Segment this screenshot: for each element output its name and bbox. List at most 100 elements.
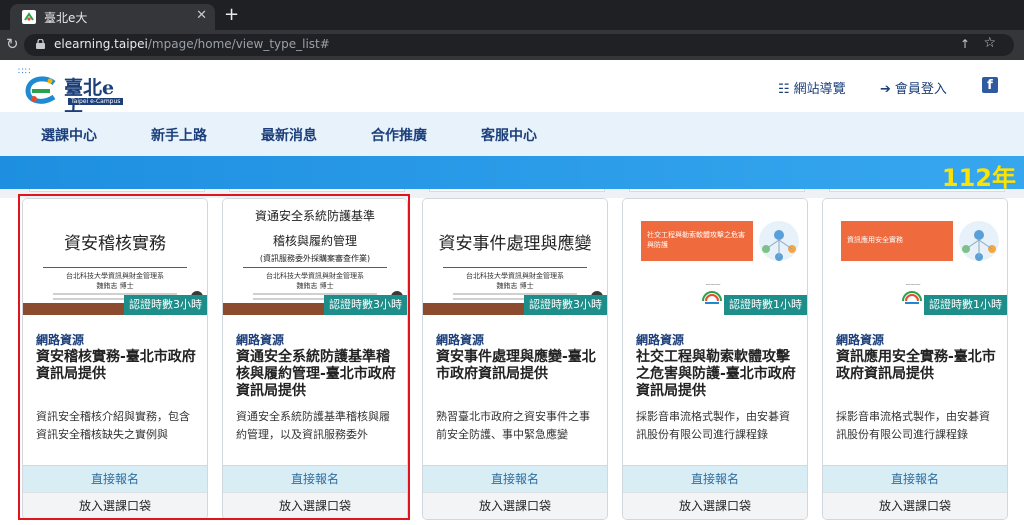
thumb-rule [443,267,587,268]
course-thumbnail[interactable]: 社交工程與勒索軟體攻擊之危害與防護 ——— 認證時數1小時 [623,199,807,315]
course-category: 網路資源 [36,333,85,347]
thumb-sub-1: 台北科技大學資訊與財金管理系 [266,272,364,280]
thumb-title-box: 資訊應用安全實務 [841,221,953,261]
facebook-icon[interactable]: f [982,77,998,93]
course-description: 採影音串流格式製作，由安碁資訊股份有限公司進行課程錄 [636,410,790,441]
add-to-cart-button[interactable]: 放入選課口袋 [223,492,407,519]
add-to-cart-button[interactable]: 放入選課口袋 [823,492,1007,519]
favicon-icon [22,10,36,24]
thumb-title: 資安稽核實務 [64,234,166,254]
sitemap-label: 網站導覽 [793,82,846,97]
thumb-sub-1: 台北科技大學資訊與財金管理系 [466,272,564,280]
nav-partners[interactable]: 合作推廣 [371,125,427,145]
login-label: 會員登入 [894,82,947,97]
hours-badge: 認證時數1小時 [724,295,807,315]
year-banner: 112年 [0,156,1024,192]
omnibox[interactable]: elearning.taipei/mpage/home/view_type_li… [24,34,1014,56]
course-description: 資訊安全稽核介紹與實務，包含資訊安全稽核缺失之實例與 [36,410,190,441]
course-thumbnail[interactable]: 資通安全系統防護基準 稽核與履約管理 (資訊服務委外採購案審查作業) 台北科技大… [223,199,407,315]
url-path: /mpage/home/view_type_list# [147,37,330,51]
share-icon[interactable]: ↑ [960,37,970,51]
add-to-cart-button[interactable]: 放入選課口袋 [623,492,807,519]
login-icon: ➔ [880,82,891,97]
course-card[interactable]: 社交工程與勒索軟體攻擊之危害與防護 ——— 認證時數1小時 網路資源 社交工程與… [622,198,808,520]
network-diagram-icon [759,221,799,261]
course-category: 網路資源 [236,333,285,347]
thumb-title-line-1: 資通安全系統防護基準 [254,209,375,223]
course-description: 資通安全系統防護基準稽核與履約管理，以及資訊服務委外 [236,410,390,441]
hours-badge: 認證時數3小時 [124,295,207,315]
hours-badge: 認證時數3小時 [324,295,407,315]
course-description: 熟習臺北市政府之資安事件之事前安全防護、事中緊急應變 [436,410,590,441]
organizer-logo-icon [702,291,722,304]
bookmark-star-icon[interactable]: ☆ [983,35,996,51]
thumb-sub-2: 魏銪志 博士 [496,282,534,290]
course-card[interactable]: 資通安全系統防護基準 稽核與履約管理 (資訊服務委外採購案審查作業) 台北科技大… [222,198,408,520]
address-bar-row: ↻ elearning.taipei/mpage/home/view_type_… [0,30,1024,60]
course-thumbnail[interactable]: 資訊應用安全實務 ——— 認證時數1小時 [823,199,1007,315]
card-edge [229,189,405,192]
url-host: elearning.taipei [54,37,148,51]
thumb-rule [243,267,387,268]
banner-year: 112年 [941,164,1016,192]
sitemap-link[interactable]: ☷ 網站導覽 [778,78,846,97]
network-diagram-icon [959,221,999,261]
thumb-title: 資安事件處理與應變 [438,234,592,254]
hours-badge: 認證時數3小時 [524,295,607,315]
url-text: elearning.taipei/mpage/home/view_type_li… [54,37,330,51]
apply-button[interactable]: 直接報名 [223,465,407,492]
tab-title: 臺北e大 [44,11,88,25]
course-category: 網路資源 [436,333,485,347]
thumb-sub-1: 台北科技大學資訊與財金管理系 [66,272,164,280]
thumb-sub-2: 魏銪志 博士 [96,282,134,290]
thumb-rule [43,267,187,268]
course-description: 採影音串流格式製作，由安碁資訊股份有限公司進行課程錄 [836,410,990,441]
card-edge [429,189,605,192]
nav-support[interactable]: 客服中心 [481,125,537,145]
course-title[interactable]: 資安稽核實務-臺北市政府資訊局提供 [36,349,198,383]
thumb-sub-2: 魏銪志 博士 [296,282,334,290]
add-to-cart-button[interactable]: 放入選課口袋 [23,492,207,519]
logo-subtitle: Taipei e-Campus [68,98,124,105]
nav-news[interactable]: 最新消息 [261,125,317,145]
browser-tab-strip: 臺北e大 ✕ + [0,0,1024,30]
site-header: ∷∷ 臺北e大 Taipei e-Campus ☷網站導覽 ➔會員登入 f [0,60,1024,126]
apply-button[interactable]: 直接報名 [823,465,1007,492]
reload-icon[interactable]: ↻ [6,35,19,53]
apply-button[interactable]: 直接報名 [23,465,207,492]
course-title[interactable]: 資通安全系統防護基準稽核與履約管理-臺北市政府資訊局提供 [236,349,398,400]
add-to-cart-button[interactable]: 放入選課口袋 [423,492,607,519]
thumb-title-line-2: 稽核與履約管理 [272,234,357,248]
course-category: 網路資源 [636,333,685,347]
course-card[interactable]: 資安稽核實務 台北科技大學資訊與財金管理系 魏銪志 博士 認證時數3小時 網路資… [22,198,208,520]
logo-mark-icon [25,76,56,104]
main-nav: 選課中心 新手上路 最新消息 合作推廣 客服中心 [0,112,1024,156]
browser-tab[interactable]: 臺北e大 ✕ [10,4,215,30]
nav-getting-started[interactable]: 新手上路 [151,125,207,145]
site-logo[interactable]: ∷∷ 臺北e大 Taipei e-Campus [18,67,128,126]
nav-course-center[interactable]: 選課中心 [41,125,97,145]
card-edge [829,189,1005,192]
thumb-title-line-3: (資訊服務委外採購案審查作業) [259,254,371,263]
course-thumbnail[interactable]: 資安稽核實務 台北科技大學資訊與財金管理系 魏銪志 博士 認證時數3小時 [23,199,207,315]
course-title[interactable]: 社交工程與勒索軟體攻擊之危害與防護-臺北市政府資訊局提供 [636,349,798,400]
course-card[interactable]: 資訊應用安全實務 ——— 認證時數1小時 網路資源 資訊應用安全實務-臺北市政府… [822,198,1008,520]
organizer-logo-icon [902,291,922,304]
carousel-top-edge [0,189,1024,198]
course-title[interactable]: 資安事件處理與應變-臺北市政府資訊局提供 [436,349,598,383]
lock-icon [36,39,45,49]
course-thumbnail[interactable]: 資安事件處理與應變 台北科技大學資訊與財金管理系 魏銪志 博士 認證時數3小時 [423,199,607,315]
apply-button[interactable]: 直接報名 [423,465,607,492]
apply-button[interactable]: 直接報名 [623,465,807,492]
hours-badge: 認證時數1小時 [924,295,1007,315]
thumb-organizer-text: ——— [705,282,721,288]
card-edge [629,189,805,192]
course-category: 網路資源 [836,333,885,347]
course-title[interactable]: 資訊應用安全實務-臺北市政府資訊局提供 [836,349,998,383]
login-link[interactable]: ➔ 會員登入 [880,78,947,97]
thumb-organizer-text: ——— [905,282,921,288]
thumb-title-box: 社交工程與勒索軟體攻擊之危害與防護 [641,221,753,261]
new-tab-button[interactable]: + [224,4,239,25]
tab-close-icon[interactable]: ✕ [196,8,207,23]
course-card[interactable]: 資安事件處理與應變 台北科技大學資訊與財金管理系 魏銪志 博士 認證時數3小時 … [422,198,608,520]
